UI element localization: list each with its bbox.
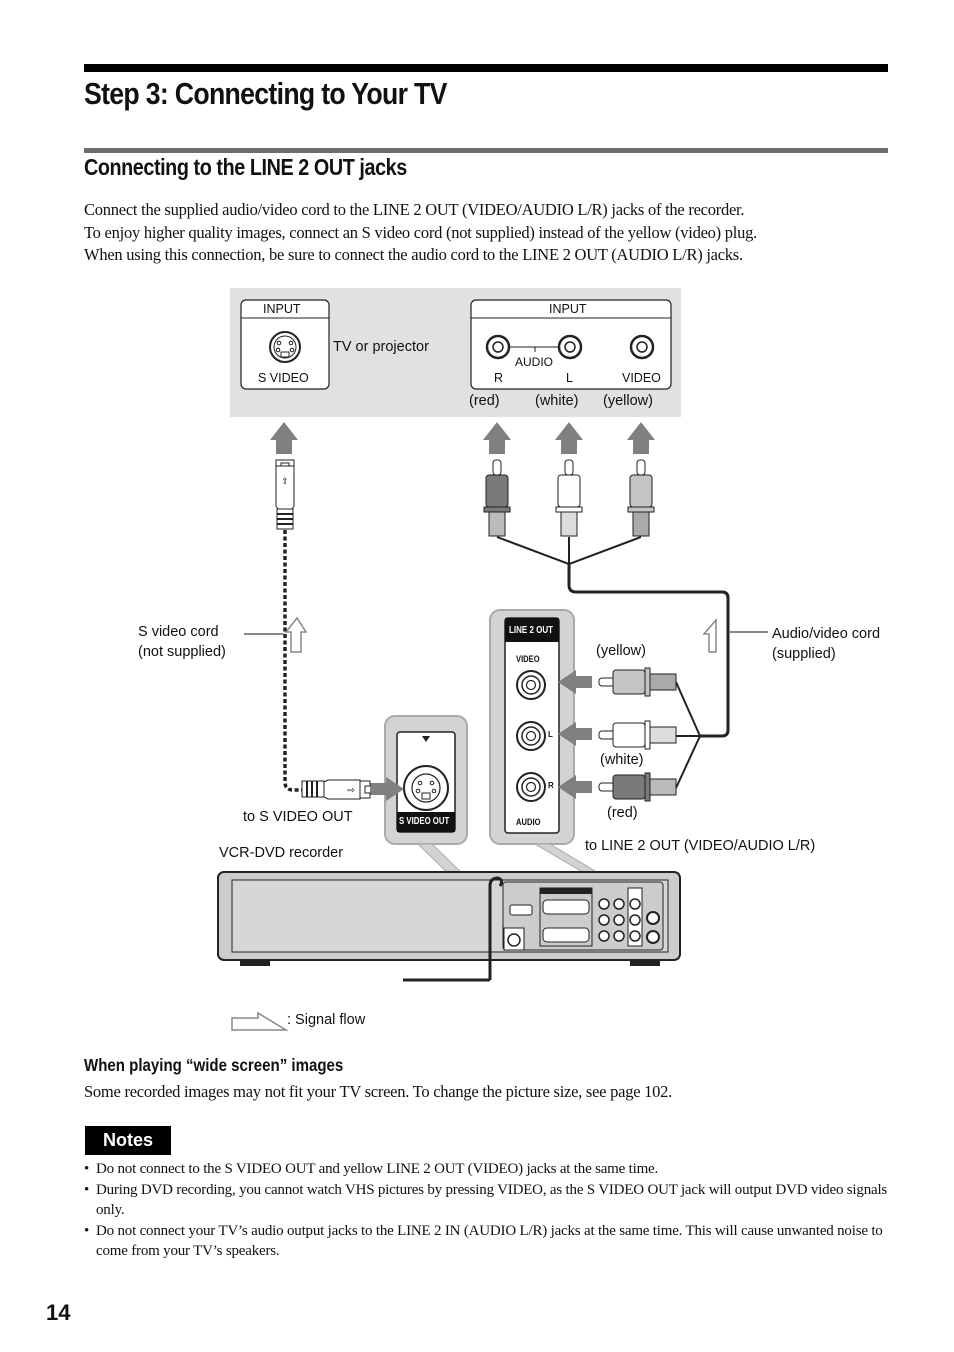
note-item: During DVD recording, you cannot watch V…	[84, 1180, 894, 1221]
svideo-cord	[283, 530, 302, 792]
rca-plug-yellow-top	[627, 459, 655, 537]
signal-flow-legend: : Signal flow	[287, 1012, 366, 1028]
tv-svideo-jack-icon	[269, 331, 301, 363]
tv-device-label: TV or projector	[333, 339, 429, 355]
tv-audio-label: AUDIO	[515, 355, 554, 369]
tv-av-header: INPUT	[549, 302, 587, 316]
signal-arrow-icon	[483, 422, 511, 454]
tv-svideo-header: INPUT	[263, 302, 301, 316]
rca-plug-red	[598, 772, 677, 802]
note-item: Do not connect to the S VIDEO OUT and ye…	[84, 1159, 894, 1180]
line2-l-label: L	[548, 730, 553, 739]
page-number: 14	[46, 1300, 71, 1325]
tv-jack-l-label: L	[566, 371, 573, 385]
svg-text:⇧: ⇧	[281, 477, 289, 487]
recorder-label: VCR-DVD recorder	[219, 845, 344, 861]
line2-r-label: R	[548, 781, 554, 790]
rca-plug-red-top	[483, 459, 511, 537]
note-item: Do not connect your TV’s audio output ja…	[84, 1221, 894, 1262]
tv-color-red: (red)	[469, 393, 500, 409]
to-line2-out-label: to LINE 2 OUT (VIDEO/AUDIO L/R)	[585, 838, 816, 854]
tv-jack-video-label: VIDEO	[622, 371, 661, 385]
svideo-cord-label: S video cord (not supplied)	[138, 624, 226, 660]
vcr-dvd-recorder-illustration	[217, 871, 681, 982]
line2-audio-label: AUDIO	[516, 817, 541, 828]
line2-jack-icons	[516, 670, 546, 802]
tv-jack-r-label: R	[494, 371, 504, 385]
plug-white-label: (white)	[600, 752, 644, 768]
rca-plug-white	[598, 720, 677, 750]
svideo-out-jack-icon	[403, 765, 449, 811]
signal-arrow-icon	[270, 422, 298, 454]
rca-plug-yellow	[598, 667, 677, 697]
svideo-out-label: S VIDEO OUT	[399, 816, 450, 827]
wide-screen-heading: When playing “wide screen” images	[84, 1055, 344, 1075]
signal-arrow-icon	[627, 422, 655, 454]
signal-flow-legend-icon	[231, 1011, 289, 1031]
to-svideo-out-label: to S VIDEO OUT	[243, 809, 353, 825]
line2-out-header: LINE 2 OUT	[509, 625, 554, 636]
signal-flow-arrow-icon	[702, 617, 717, 653]
tv-color-yellow: (yellow)	[603, 393, 653, 409]
notes-badge: Notes	[85, 1126, 171, 1155]
rca-plug-white-top	[555, 459, 583, 537]
tv-svideo-label: S VIDEO	[258, 371, 309, 385]
signal-flow-arrow-icon	[284, 616, 308, 653]
wide-screen-text: Some recorded images may not fit your TV…	[84, 1082, 673, 1101]
svg-text:⇨: ⇨	[347, 786, 355, 796]
svideo-plug-top: ⇧	[275, 459, 295, 530]
av-cord-label: Audio/video cord (supplied)	[772, 626, 881, 662]
svideo-plug-bottom: ⇨	[301, 779, 371, 800]
plug-yellow-label: (yellow)	[596, 643, 646, 659]
line2-video-label: VIDEO	[516, 654, 540, 665]
notes-list: Do not connect to the S VIDEO OUT and ye…	[84, 1159, 894, 1262]
signal-arrow-icon	[555, 422, 583, 454]
plug-red-label: (red)	[607, 805, 638, 821]
tv-color-white: (white)	[535, 393, 579, 409]
